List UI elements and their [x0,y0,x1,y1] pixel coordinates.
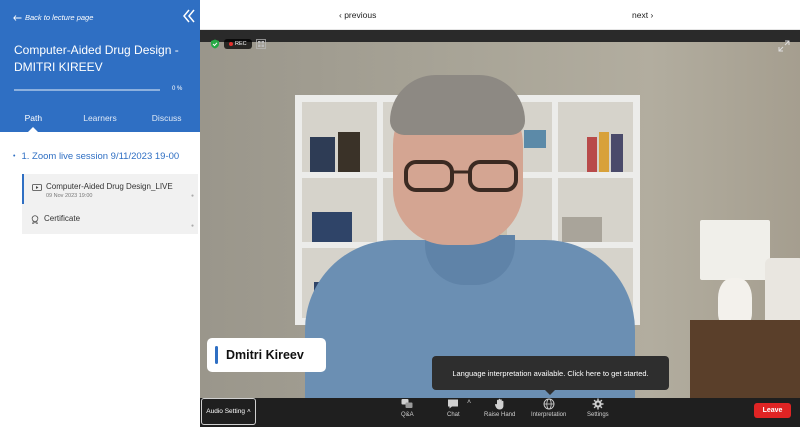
course-progress-bar [14,89,160,91]
interpretation-tooltip[interactable]: Language interpretation available. Click… [432,356,669,395]
chevron-up-icon: ˄ [246,408,251,415]
certificate-icon [31,215,39,224]
gallery-view-icon[interactable] [255,39,266,49]
course-title: Computer-Aided Drug Design - DMITRI KIRE… [14,43,179,74]
qa-icon [401,399,413,408]
next-label: next [632,10,649,20]
hand-icon [494,398,504,410]
next-button[interactable]: next › [632,10,653,20]
raise-hand-button[interactable]: Raise Hand [484,398,515,426]
meeting-toolbar: Audio Setting ˄ Q&A Chat ˄ Raise Hand In… [200,398,800,427]
previous-label: previous [344,10,377,20]
chevron-right-icon: › [648,10,654,20]
sidebar-tabs: Path Learners Discuss [0,108,200,132]
name-accent-bar [215,346,218,364]
chat-button[interactable]: Chat [447,398,460,426]
settings-label: Settings [587,412,609,418]
back-link-label: Back to lecture page [25,13,94,22]
video-stream[interactable]: REC Dmitri Kireev Language interpretatio… [200,30,800,398]
sidebar-header: Back to lecture page Computer-Aided Drug… [0,0,200,132]
section-header[interactable]: • 1. Zoom live session 9/11/2023 19-00 [13,151,198,162]
recording-label: REC [235,41,247,47]
lesson-title: Computer-Aided Drug Design_LIVE [46,182,173,191]
recording-dot-icon [229,42,233,46]
globe-icon [543,398,555,410]
chat-icon [448,399,459,409]
lecture-nav-bar: ‹ previous next › [200,0,800,30]
interpretation-button[interactable]: Interpretation [531,398,566,426]
speaker-name-card: Dmitri Kireev [207,338,326,372]
fullscreen-icon[interactable] [778,40,790,52]
course-progress-label: 0 % [172,86,183,92]
section-title: 1. Zoom live session 9/11/2023 19-00 [21,151,180,162]
gear-icon [592,398,604,410]
qa-button[interactable]: Q&A [401,398,414,426]
tab-path[interactable]: Path [0,108,67,132]
previous-button[interactable]: ‹ previous [339,10,376,20]
lesson-date: 09 Nov 2023 19:00 [46,193,93,199]
chat-options-caret-icon[interactable]: ˄ [467,399,471,406]
tab-discuss[interactable]: Discuss [133,108,200,132]
back-to-lecture-link[interactable]: Back to lecture page [13,13,93,22]
video-icon [32,184,42,191]
shield-check-icon [211,39,219,49]
speaker-name: Dmitri Kireev [226,348,304,362]
leave-button[interactable]: Leave [754,403,791,418]
app-root: Back to lecture page Computer-Aided Drug… [0,0,800,427]
lesson-status-dot: ● [190,193,194,199]
lesson-item-live[interactable]: Computer-Aided Drug Design_LIVE 09 Nov 2… [22,174,198,204]
interpretation-label: Interpretation [531,412,567,418]
raise-hand-label: Raise Hand [484,412,516,418]
lamp [700,220,770,280]
collapse-sidebar-icon[interactable] [183,9,195,23]
arrow-left-icon [13,14,22,21]
lesson-item-certificate[interactable]: Certificate ● [22,204,198,234]
settings-button[interactable]: Settings [587,398,609,426]
bullet-icon: • [13,153,16,160]
qa-label: Q&A [401,412,414,418]
recording-badge: REC [224,39,252,49]
audio-setting-label: Audio Setting [206,408,245,415]
audio-setting-button[interactable]: Audio Setting ˄ [201,398,256,425]
course-sidebar: Back to lecture page Computer-Aided Drug… [0,0,200,427]
tab-learners[interactable]: Learners [67,108,134,132]
lesson-title: Certificate [44,214,81,223]
meeting-status-bar: REC [210,39,266,49]
lesson-status-dot: ● [190,223,194,229]
lesson-list: Computer-Aided Drug Design_LIVE 09 Nov 2… [22,174,198,234]
chat-label: Chat [447,412,460,418]
